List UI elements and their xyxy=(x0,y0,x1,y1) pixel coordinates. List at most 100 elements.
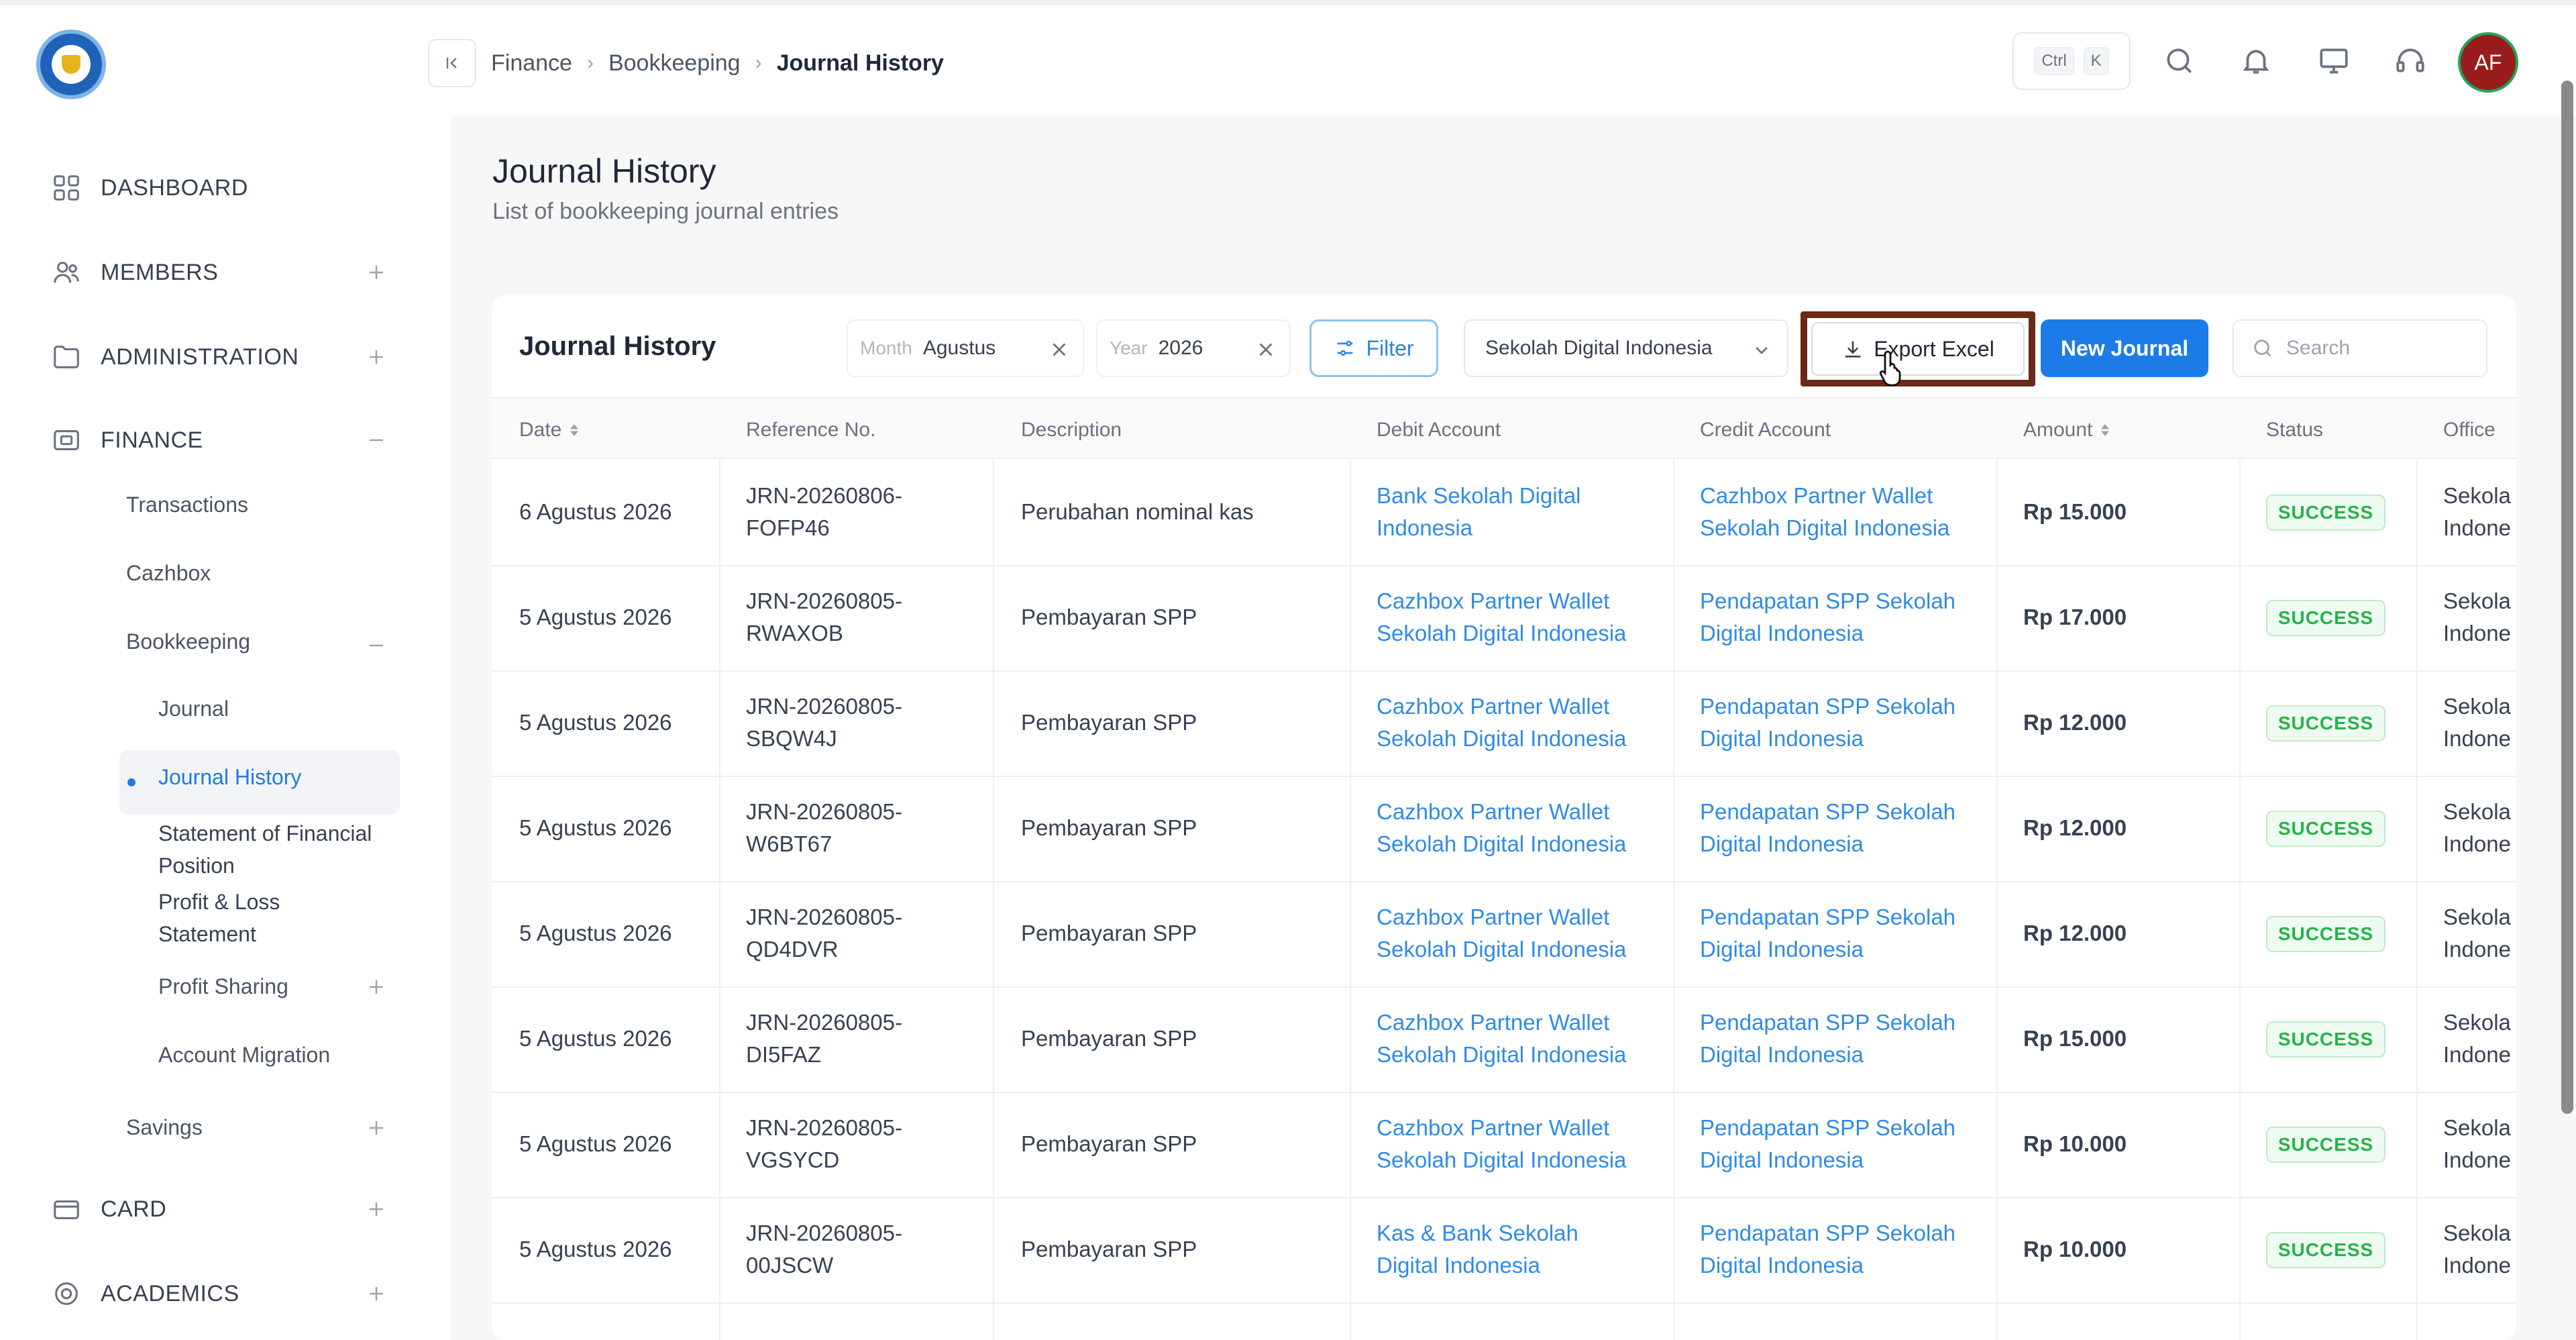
table-row[interactable]: 5 Agustus 2026 JRN-20260805- RWAXOB Pembaya… xyxy=(492,566,2516,672)
cell-credit[interactable]: Digital Indonesia xyxy=(1700,1249,1864,1282)
sidebar-item-journal[interactable]: Journal xyxy=(158,697,229,721)
minus-icon[interactable] xyxy=(366,430,386,450)
close-icon[interactable] xyxy=(1254,338,1277,361)
cell-credit[interactable]: Pendapatan SPP Sekolah xyxy=(1700,1217,1955,1250)
scrollbar[interactable] xyxy=(2561,81,2573,1114)
cell-debit[interactable]: Sekolah Digital Indonesia xyxy=(1377,827,1626,861)
office-select[interactable]: Sekolah Digital Indonesia xyxy=(1464,319,1788,377)
table-row[interactable]: 6 Agustus 2026 JRN-20260806- FOFP46 Perubah… xyxy=(492,460,2516,566)
cell-credit[interactable]: Sekolah Digital Indonesia xyxy=(1700,511,1949,545)
cell-credit[interactable]: Pendapatan SPP Sekolah xyxy=(1700,584,1955,618)
cell-credit[interactable]: Digital Indonesia xyxy=(1700,1038,1864,1072)
cell-credit[interactable]: Digital Indonesia xyxy=(1700,827,1864,861)
breadcrumb-bookkeeping[interactable]: Bookkeeping xyxy=(608,50,741,76)
plus-icon[interactable] xyxy=(366,1118,386,1138)
minus-icon[interactable] xyxy=(366,635,386,656)
collapse-sidebar-button[interactable] xyxy=(428,39,476,87)
breadcrumb-finance[interactable]: Finance xyxy=(491,50,572,76)
table-row[interactable]: 5 Agustus 2026 JRN-20260805- DI5FAZ Pembaya… xyxy=(492,987,2516,1093)
sidebar: DASHBOARD MEMBERS ADMINISTRATION FINANCE… xyxy=(0,5,451,1340)
sidebar-item-account-migration[interactable]: Account Migration xyxy=(158,1043,330,1068)
cell-debit[interactable]: Kas & Bank Sekolah xyxy=(1377,1217,1578,1250)
sidebar-item-finance[interactable]: FINANCE xyxy=(51,420,203,460)
export-excel-button[interactable]: Export Excel xyxy=(1811,322,2025,376)
search-input[interactable]: Search xyxy=(2233,319,2487,377)
month-filter-chip[interactable]: Month Agustus xyxy=(847,319,1084,377)
cell-debit[interactable]: Cazhbox Partner Wallet xyxy=(1377,690,1609,723)
th-desc: Description xyxy=(1021,419,1122,441)
cell-debit[interactable]: Sekolah Digital Indonesia xyxy=(1377,1143,1626,1177)
headset-icon[interactable] xyxy=(2394,44,2427,78)
cell-debit[interactable]: Sekolah Digital Indonesia xyxy=(1377,617,1626,650)
table-row[interactable]: 5 Agustus 2026 JRN-20260805- 00JSCW Pembaya… xyxy=(492,1198,2516,1304)
cell-debit[interactable]: Indonesia xyxy=(1377,511,1472,545)
sidebar-item-bookkeeping[interactable]: Bookkeeping xyxy=(126,629,250,654)
cell-debit[interactable]: Cazhbox Partner Wallet xyxy=(1377,1006,1609,1039)
cell-debit[interactable]: Bank Sekolah Digital xyxy=(1377,479,1581,513)
app-logo[interactable] xyxy=(36,30,106,99)
cell-debit[interactable]: Digital Indonesia xyxy=(1377,1249,1540,1282)
sidebar-item-cazhbox[interactable]: Cazhbox xyxy=(126,561,211,586)
plus-icon[interactable] xyxy=(366,1284,386,1304)
avatar[interactable]: AF xyxy=(2458,32,2518,93)
sidebar-item-profit-loss[interactable]: Profit & Loss Statement xyxy=(158,886,319,950)
plus-icon[interactable] xyxy=(366,977,386,997)
cell-ref: JRN-20260805- xyxy=(746,588,902,613)
plus-icon[interactable] xyxy=(366,347,386,367)
sidebar-item-card[interactable]: CARD xyxy=(51,1189,166,1229)
cell-credit[interactable]: Digital Indonesia xyxy=(1700,933,1864,966)
sidebar-item-members[interactable]: MEMBERS xyxy=(51,252,218,293)
cell-ref: FOFP46 xyxy=(746,515,830,540)
th-date[interactable]: Date xyxy=(519,419,580,442)
search-icon[interactable] xyxy=(2163,44,2196,78)
table-row[interactable]: 5 Agustus 2026 JRN-20260805- SBQW4J Pembaya… xyxy=(492,671,2516,777)
table-row[interactable]: 5 Agustus 2026 JRN-20260805- VGSYCD Pembaya… xyxy=(492,1092,2516,1198)
cell-date: 5 Agustus 2026 xyxy=(519,710,672,735)
sidebar-item-journal-history[interactable]: Journal History xyxy=(158,765,301,790)
cell-debit[interactable]: Cazhbox Partner Wallet xyxy=(1377,900,1609,934)
status-badge: SUCCESS xyxy=(2266,1127,2385,1163)
cell-office: Sekola xyxy=(2443,799,2511,824)
cell-credit[interactable]: Digital Indonesia xyxy=(1700,1143,1864,1177)
sidebar-item-savings[interactable]: Savings xyxy=(126,1115,203,1140)
sidebar-item-academics[interactable]: ACADEMICS xyxy=(51,1274,239,1314)
th-amount[interactable]: Amount xyxy=(2023,419,2111,442)
new-journal-button[interactable]: New Journal xyxy=(2041,319,2208,377)
monitor-icon[interactable] xyxy=(2317,44,2351,78)
year-filter-chip[interactable]: Year 2026 xyxy=(1096,319,1291,377)
cell-credit[interactable]: Pendapatan SPP Sekolah xyxy=(1700,690,1955,723)
sidebar-item-administration[interactable]: ADMINISTRATION xyxy=(51,337,299,377)
th-debit: Debit Account xyxy=(1377,419,1501,441)
cell-debit[interactable]: Sekolah Digital Indonesia xyxy=(1377,722,1626,756)
cell-credit[interactable]: Digital Indonesia xyxy=(1700,722,1864,756)
cell-credit[interactable]: Pendapatan SPP Sekolah xyxy=(1700,1006,1955,1039)
sidebar-item-statement-financial[interactable]: Statement of Financial Position xyxy=(158,817,400,882)
cell-ref: JRN-20260805- xyxy=(746,799,902,824)
plus-icon[interactable] xyxy=(366,262,386,282)
cell-debit[interactable]: Cazhbox Partner Wallet xyxy=(1377,1111,1609,1145)
sidebar-item-profit-sharing[interactable]: Profit Sharing xyxy=(158,974,288,999)
command-palette-shortcut[interactable]: Ctrl K xyxy=(2012,32,2131,90)
cell-debit[interactable]: Cazhbox Partner Wallet xyxy=(1377,584,1609,618)
cell-debit[interactable]: Sekolah Digital Indonesia xyxy=(1377,933,1626,966)
table-row[interactable]: 5 Agustus 2026 JRN-20260805- W6BT67 Pembaya… xyxy=(492,776,2516,882)
month-value: Agustus xyxy=(922,337,996,359)
cell-debit[interactable]: Cazhbox Partner Wallet xyxy=(1377,795,1609,829)
cell-credit[interactable]: Cazhbox Partner Wallet xyxy=(1700,479,1933,513)
sidebar-item-dashboard[interactable]: DASHBOARD xyxy=(51,168,248,208)
breadcrumb: Finance › Bookkeeping › Journal History xyxy=(491,43,944,83)
filter-button[interactable]: Filter xyxy=(1309,319,1438,377)
bell-icon[interactable] xyxy=(2239,44,2273,78)
cell-credit[interactable]: Pendapatan SPP Sekolah xyxy=(1700,1111,1955,1145)
table-row[interactable]: 5 Agustus 2026 JRN-20260805- QD4DVR Pembaya… xyxy=(492,882,2516,988)
close-icon[interactable] xyxy=(1048,338,1071,361)
cell-credit[interactable]: Digital Indonesia xyxy=(1700,617,1864,650)
status-badge: SUCCESS xyxy=(2266,1232,2385,1268)
cell-debit[interactable]: Sekolah Digital Indonesia xyxy=(1377,1038,1626,1072)
cell-ref: JRN-20260805- xyxy=(746,905,902,929)
cell-credit[interactable]: Pendapatan SPP Sekolah xyxy=(1700,795,1955,829)
plus-icon[interactable] xyxy=(366,1199,386,1219)
month-label: Month xyxy=(860,338,912,358)
cell-credit[interactable]: Pendapatan SPP Sekolah xyxy=(1700,900,1955,934)
sidebar-item-transactions[interactable]: Transactions xyxy=(126,493,248,517)
